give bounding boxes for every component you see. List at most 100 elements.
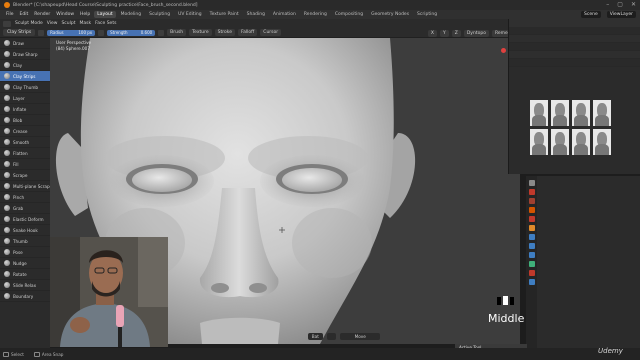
view-layer-selector[interactable]: ViewLayer <box>606 11 636 18</box>
maximize-button[interactable]: ▢ <box>617 1 623 8</box>
data-tab-icon[interactable] <box>528 261 535 267</box>
tool-boundary[interactable]: Boundary <box>0 291 50 302</box>
outliner-row[interactable] <box>509 51 640 59</box>
particles-tab-icon[interactable] <box>528 243 535 249</box>
tool-smooth[interactable]: Smooth <box>0 137 50 148</box>
reference-image[interactable] <box>551 100 569 126</box>
tab-layout[interactable]: Layout <box>94 11 116 18</box>
minimize-button[interactable]: – <box>606 1 609 8</box>
menu-window[interactable]: Window <box>54 12 76 17</box>
menu-render[interactable]: Render <box>32 12 52 17</box>
outliner-row[interactable] <box>509 43 640 51</box>
tool-crease[interactable]: Crease <box>0 126 50 137</box>
radius-slider[interactable]: Radius 100 px <box>47 29 96 36</box>
output-tab-icon[interactable] <box>528 198 535 204</box>
menu-help[interactable]: Help <box>78 12 92 17</box>
reference-image[interactable] <box>551 129 569 155</box>
active-brush[interactable]: Clay Strips <box>3 29 36 36</box>
reference-image[interactable] <box>572 100 590 126</box>
strength-slider[interactable]: Strength 0.600 <box>107 29 156 36</box>
tool-layer[interactable]: Layer <box>0 93 50 104</box>
tab-uv-editing[interactable]: UV Editing <box>175 11 204 18</box>
tool-nudge[interactable]: Nudge <box>0 258 50 269</box>
scene-tab-icon[interactable] <box>528 207 535 213</box>
tab-modeling[interactable]: Modeling <box>118 11 144 18</box>
tool-draw-sharp[interactable]: Draw Sharp <box>0 49 50 60</box>
radius-value: 100 px <box>78 30 93 35</box>
texture-dropdown[interactable]: Texture <box>189 29 212 36</box>
tool-clay[interactable]: Clay <box>0 60 50 71</box>
world-tab-icon[interactable] <box>528 216 535 222</box>
menu-file[interactable]: File <box>4 12 16 17</box>
menu-face-sets[interactable]: Face Sets <box>95 21 116 26</box>
tool-blob[interactable]: Blob <box>0 115 50 126</box>
tab-geometry-nodes[interactable]: Geometry Nodes <box>368 11 412 18</box>
texture-tab-icon[interactable] <box>528 279 535 285</box>
tool-multiplane-scrape[interactable]: Multi-plane Scrape <box>0 181 52 192</box>
tool-rotate[interactable]: Rotate <box>0 269 50 280</box>
scene-selector[interactable]: Scene <box>581 11 601 18</box>
tool-pose[interactable]: Pose <box>0 247 50 258</box>
tool-pinch[interactable]: Pinch <box>0 192 50 203</box>
material-tab-icon[interactable] <box>528 270 535 276</box>
reference-image[interactable] <box>530 129 548 155</box>
outliner-row[interactable] <box>509 59 640 67</box>
dyntopo-dropdown[interactable]: Dyntopo <box>463 30 489 37</box>
symmetry-y[interactable]: Y <box>440 30 449 37</box>
render-tab-icon[interactable] <box>528 189 535 195</box>
tool-clay-strips[interactable]: Clay Strips <box>0 71 50 82</box>
tool-draw[interactable]: Draw <box>0 38 50 49</box>
tab-sculpting[interactable]: Sculpting <box>146 11 173 18</box>
footer-field-bat[interactable]: Bat <box>307 333 323 340</box>
cursor-dropdown[interactable]: Cursor <box>260 29 282 36</box>
mode-selector[interactable]: Sculpt Mode <box>15 21 43 26</box>
brush-icon[interactable] <box>38 29 45 36</box>
brush-dropdown[interactable]: Brush <box>167 29 187 36</box>
strength-pressure-icon[interactable] <box>158 29 165 36</box>
close-button[interactable]: ✕ <box>631 1 636 8</box>
tool-snake-hook[interactable]: Snake Hook <box>0 225 50 236</box>
tab-scripting[interactable]: Scripting <box>414 11 440 18</box>
footer-small-button[interactable] <box>326 333 337 340</box>
mouse-left-icon <box>3 351 9 357</box>
menu-view[interactable]: View <box>47 21 58 26</box>
tool-thumb[interactable]: Thumb <box>0 236 50 247</box>
tool-tab-icon[interactable] <box>528 180 535 186</box>
reference-image[interactable] <box>572 129 590 155</box>
outliner-row[interactable] <box>509 27 640 35</box>
radius-label: Radius <box>50 30 64 35</box>
footer-move-button[interactable]: Move <box>340 333 381 340</box>
falloff-dropdown[interactable]: Falloff <box>238 29 258 36</box>
menu-sculpt[interactable]: Sculpt <box>61 21 75 26</box>
outliner-row[interactable] <box>509 35 640 43</box>
stroke-dropdown[interactable]: Stroke <box>214 29 235 36</box>
tool-grab[interactable]: Grab <box>0 203 50 214</box>
tab-compositing[interactable]: Compositing <box>332 11 366 18</box>
tab-rendering[interactable]: Rendering <box>301 11 330 18</box>
reference-image[interactable] <box>530 100 548 126</box>
editor-type-icon[interactable] <box>3 20 11 27</box>
blob-brush-icon <box>4 117 10 123</box>
menu-edit[interactable]: Edit <box>18 12 31 17</box>
tool-fill[interactable]: Fill <box>0 159 50 170</box>
tab-texture-paint[interactable]: Texture Paint <box>207 11 242 18</box>
tab-animation[interactable]: Animation <box>270 11 299 18</box>
symmetry-x[interactable]: X <box>427 30 437 37</box>
modifier-tab-icon[interactable] <box>528 234 535 240</box>
mouse-middle-icon <box>497 296 514 305</box>
physics-tab-icon[interactable] <box>528 252 535 258</box>
reference-image[interactable] <box>593 129 611 155</box>
tool-slide-relax[interactable]: Slide Relax <box>0 280 50 291</box>
symmetry-z[interactable]: Z <box>451 30 461 37</box>
pressure-icon[interactable] <box>98 29 105 36</box>
tab-shading[interactable]: Shading <box>244 11 268 18</box>
tool-clay-thumb[interactable]: Clay Thumb <box>0 82 50 93</box>
tool-inflate[interactable]: Inflate <box>0 104 50 115</box>
tool-scrape[interactable]: Scrape <box>0 170 50 181</box>
navigation-gizmo-icon[interactable] <box>501 48 506 53</box>
tool-elastic-deform[interactable]: Elastic Deform <box>0 214 50 225</box>
object-tab-icon[interactable] <box>528 225 535 231</box>
menu-mask[interactable]: Mask <box>80 21 92 26</box>
tool-flatten[interactable]: Flatten <box>0 148 50 159</box>
reference-image[interactable] <box>593 100 611 126</box>
